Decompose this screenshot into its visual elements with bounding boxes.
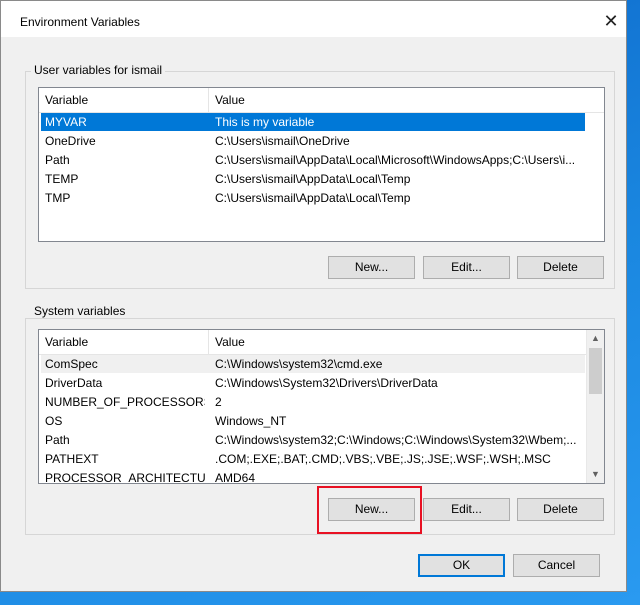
variable-value-cell: 2 xyxy=(215,395,222,409)
system-delete-button[interactable]: Delete xyxy=(517,498,604,521)
variable-value-cell: This is my variable xyxy=(215,115,315,129)
variable-value-cell: Windows_NT xyxy=(215,414,287,428)
column-header-value[interactable]: Value xyxy=(209,88,599,112)
table-row[interactable]: PATHEXT .COM;.EXE;.BAT;.CMD;.VBS;.VBE;.JS… xyxy=(41,450,585,468)
variable-name-cell: Path xyxy=(45,433,70,447)
variable-name-cell: Path xyxy=(45,153,70,167)
table-row[interactable]: TMP C:\Users\ismail\AppData\Local\Temp xyxy=(41,189,585,207)
variable-name-cell: TMP xyxy=(45,191,71,205)
table-row[interactable]: OS Windows_NT xyxy=(41,412,585,430)
title-bar: Environment Variables ✕ xyxy=(1,1,626,37)
variable-value-cell: .COM;.EXE;.BAT;.CMD;.VBS;.VBE;.JS;.JSE;.… xyxy=(215,452,551,466)
variable-value-cell: C:\Users\ismail\AppData\Local\Temp xyxy=(215,191,411,205)
variable-value-cell: C:\Windows\System32\Drivers\DriverData xyxy=(215,376,438,390)
system-variables-label: System variables xyxy=(31,304,129,318)
table-row[interactable]: OneDrive C:\Users\ismail\OneDrive xyxy=(41,132,585,150)
table-row[interactable]: TEMP C:\Users\ismail\AppData\Local\Temp xyxy=(41,170,585,188)
variable-value-cell: AMD64 xyxy=(215,471,256,484)
close-icon[interactable]: ✕ xyxy=(598,10,624,34)
table-row[interactable]: DriverData C:\Windows\System32\Drivers\Dr… xyxy=(41,374,585,392)
table-row[interactable]: ComSpec C:\Windows\system32\cmd.exe xyxy=(41,355,585,373)
table-row[interactable]: Path C:\Users\ismail\AppData\Local\Micros… xyxy=(41,151,585,169)
variable-name-cell: PATHEXT xyxy=(45,452,99,466)
scroll-up-icon[interactable]: ▲ xyxy=(587,330,604,347)
table-row[interactable]: PROCESSOR_ARCHITECTURE AMD64 xyxy=(41,469,585,484)
user-variables-list[interactable]: Variable Value MYVAR This is my variable O… xyxy=(38,87,605,242)
scrollbar-thumb[interactable] xyxy=(589,348,602,394)
cancel-button[interactable]: Cancel xyxy=(513,554,600,577)
variable-value-cell: C:\Windows\system32\cmd.exe xyxy=(215,357,383,371)
variable-name-cell: DriverData xyxy=(45,376,103,390)
user-delete-button[interactable]: Delete xyxy=(517,256,604,279)
table-row[interactable]: Path C:\Windows\system32;C:\Windows;C:\Wi… xyxy=(41,431,585,449)
column-header-variable[interactable]: Variable xyxy=(39,88,209,112)
variable-value-cell: C:\Users\ismail\AppData\Local\Temp xyxy=(215,172,411,186)
variable-name-cell: ComSpec xyxy=(45,357,98,371)
user-list-header: Variable Value xyxy=(39,88,604,113)
variable-name-cell: TEMP xyxy=(45,172,79,186)
environment-variables-dialog: Environment Variables ✕ User variables f… xyxy=(0,0,627,592)
dialog-title: Environment Variables xyxy=(20,15,140,29)
system-list-header: Variable Value xyxy=(39,330,587,355)
column-header-value[interactable]: Value xyxy=(209,330,569,354)
variable-name-cell: NUMBER_OF_PROCESSORS xyxy=(45,395,205,409)
system-list-scrollbar[interactable]: ▲ ▼ xyxy=(586,330,604,483)
user-variables-label: User variables for ismail xyxy=(31,63,166,77)
variable-name-cell: OS xyxy=(45,414,63,428)
variable-value-cell: C:\Users\ismail\AppData\Local\Microsoft\… xyxy=(215,153,576,167)
table-row[interactable]: NUMBER_OF_PROCESSORS 2 xyxy=(41,393,585,411)
column-header-variable[interactable]: Variable xyxy=(39,330,209,354)
variable-name-cell: MYVAR xyxy=(45,115,87,129)
variable-name-cell: PROCESSOR_ARCHITECTURE xyxy=(45,471,205,484)
system-variables-list[interactable]: Variable Value ComSpec C:\Windows\system3… xyxy=(38,329,605,484)
user-edit-button[interactable]: Edit... xyxy=(423,256,510,279)
variable-value-cell: C:\Windows\system32;C:\Windows;C:\Window… xyxy=(215,433,577,447)
variable-name-cell: OneDrive xyxy=(45,134,96,148)
table-row[interactable]: MYVAR This is my variable xyxy=(41,113,585,131)
user-new-button[interactable]: New... xyxy=(328,256,415,279)
highlight-annotation xyxy=(317,486,422,534)
scroll-down-icon[interactable]: ▼ xyxy=(587,466,604,483)
system-edit-button[interactable]: Edit... xyxy=(423,498,510,521)
ok-button[interactable]: OK xyxy=(418,554,505,577)
variable-value-cell: C:\Users\ismail\OneDrive xyxy=(215,134,350,148)
